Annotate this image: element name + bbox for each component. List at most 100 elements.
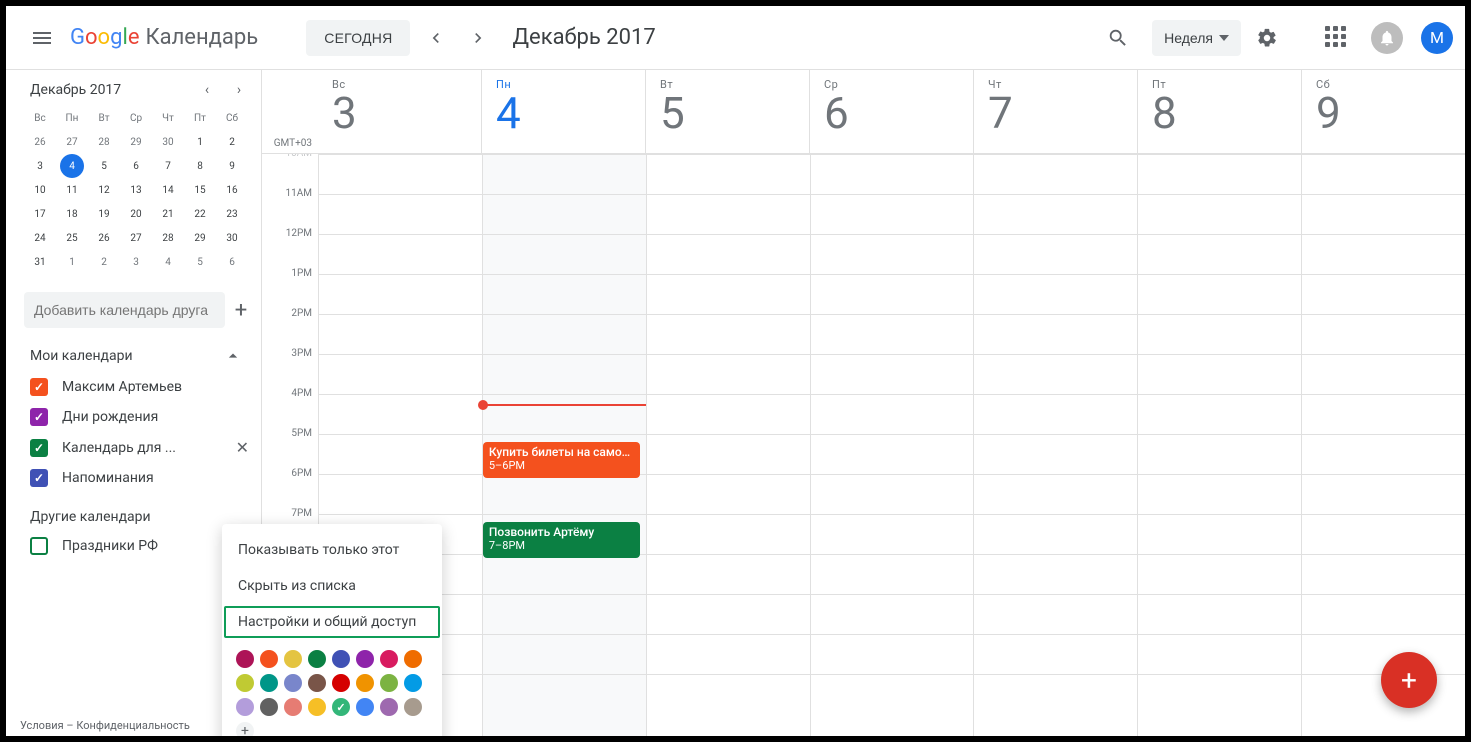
color-swatch[interactable] (380, 650, 398, 668)
account-avatar[interactable]: M (1421, 22, 1453, 54)
add-color-button[interactable]: + (236, 722, 254, 736)
calendar-checkbox[interactable] (30, 408, 48, 426)
mini-next-month-button[interactable]: › (229, 82, 249, 98)
color-swatch[interactable] (308, 674, 326, 692)
mini-day[interactable]: 28 (88, 130, 120, 154)
mini-day[interactable]: 26 (24, 130, 56, 154)
today-button[interactable]: СЕГОДНЯ (306, 20, 410, 56)
mini-day[interactable]: 1 (56, 250, 88, 274)
mini-day[interactable]: 6 (120, 154, 152, 178)
mini-day[interactable]: 3 (120, 250, 152, 274)
my-calendars-toggle[interactable]: Мои календари (6, 336, 261, 372)
main-menu-button[interactable] (18, 14, 66, 62)
day-column[interactable] (1137, 154, 1301, 736)
day-column[interactable] (1301, 154, 1465, 736)
day-column[interactable] (810, 154, 974, 736)
mini-day[interactable]: 20 (120, 202, 152, 226)
settings-button[interactable] (1247, 18, 1287, 58)
color-swatch[interactable] (284, 698, 302, 716)
mini-day[interactable]: 17 (24, 202, 56, 226)
color-swatch[interactable] (260, 650, 278, 668)
mini-day[interactable]: 12 (88, 178, 120, 202)
mini-day[interactable]: 29 (184, 226, 216, 250)
mini-day[interactable]: 4 (56, 154, 88, 178)
calendar-checkbox[interactable] (30, 378, 48, 396)
mini-day[interactable]: 30 (152, 130, 184, 154)
mini-day[interactable]: 22 (184, 202, 216, 226)
color-swatch[interactable] (404, 698, 422, 716)
mini-day[interactable]: 11 (56, 178, 88, 202)
mini-day[interactable]: 31 (24, 250, 56, 274)
calendar-event[interactable]: Позвонить Артёму7–8PM (483, 522, 640, 558)
mini-day[interactable]: 23 (216, 202, 248, 226)
calendar-item[interactable]: Напоминания (6, 463, 261, 493)
calendar-checkbox[interactable] (30, 439, 48, 457)
color-swatch[interactable] (308, 698, 326, 716)
day-column[interactable] (646, 154, 810, 736)
mini-day[interactable]: 5 (88, 154, 120, 178)
mini-day[interactable]: 3 (24, 154, 56, 178)
context-menu-item[interactable]: Настройки и общий доступ (222, 604, 442, 640)
day-header[interactable]: Пт8 (1137, 70, 1301, 153)
mini-day[interactable]: 18 (56, 202, 88, 226)
day-header[interactable]: Ср6 (809, 70, 973, 153)
calendar-event[interactable]: Купить билеты на самолё5–6PM (483, 442, 640, 478)
mini-day[interactable]: 28 (152, 226, 184, 250)
day-header[interactable]: Сб9 (1301, 70, 1465, 153)
color-swatch[interactable] (356, 698, 374, 716)
mini-day[interactable]: 7 (152, 154, 184, 178)
color-swatch[interactable] (236, 698, 254, 716)
day-header[interactable]: Вт5 (645, 70, 809, 153)
add-friend-calendar-input[interactable] (24, 292, 225, 328)
color-swatch[interactable] (356, 674, 374, 692)
view-select-button[interactable]: Неделя (1152, 20, 1241, 56)
mini-day[interactable]: 1 (184, 130, 216, 154)
mini-day[interactable]: 10 (24, 178, 56, 202)
mini-day[interactable]: 5 (184, 250, 216, 274)
mini-day[interactable]: 6 (216, 250, 248, 274)
mini-prev-month-button[interactable]: ‹ (197, 82, 217, 98)
color-swatch[interactable] (260, 674, 278, 692)
mini-day[interactable]: 14 (152, 178, 184, 202)
create-event-fab[interactable]: + (1381, 652, 1437, 708)
mini-day[interactable]: 29 (120, 130, 152, 154)
prev-week-button[interactable] (420, 22, 452, 54)
color-swatch[interactable] (356, 650, 374, 668)
privacy-link[interactable]: Конфиденциальность (76, 719, 190, 732)
day-column[interactable]: Купить билеты на самолё5–6PM Позвонить Ар… (482, 154, 646, 736)
mini-day[interactable]: 19 (88, 202, 120, 226)
mini-day[interactable]: 13 (120, 178, 152, 202)
apps-button[interactable] (1317, 18, 1357, 58)
color-swatch[interactable] (332, 674, 350, 692)
mini-day[interactable]: 2 (88, 250, 120, 274)
color-swatch[interactable] (380, 698, 398, 716)
calendar-item[interactable]: Календарь для ...✕ (6, 432, 261, 463)
color-swatch[interactable] (332, 698, 350, 716)
calendar-item[interactable]: Максим Артемьев (6, 372, 261, 402)
day-header[interactable]: Пн4 (481, 70, 645, 153)
color-swatch[interactable] (380, 674, 398, 692)
color-swatch[interactable] (284, 674, 302, 692)
mini-day[interactable]: 27 (120, 226, 152, 250)
color-swatch[interactable] (308, 650, 326, 668)
next-week-button[interactable] (462, 22, 494, 54)
mini-day[interactable]: 8 (184, 154, 216, 178)
color-swatch[interactable] (236, 674, 254, 692)
color-swatch[interactable] (284, 650, 302, 668)
color-swatch[interactable] (404, 650, 422, 668)
mini-day[interactable]: 2 (216, 130, 248, 154)
context-menu-item[interactable]: Показывать только этот (222, 532, 442, 568)
color-swatch[interactable] (236, 650, 254, 668)
mini-day[interactable]: 4 (152, 250, 184, 274)
mini-day[interactable]: 16 (216, 178, 248, 202)
day-header[interactable]: Вс3 (318, 70, 481, 153)
mini-day[interactable]: 25 (56, 226, 88, 250)
color-swatch[interactable] (260, 698, 278, 716)
calendar-checkbox[interactable] (30, 537, 48, 555)
mini-day[interactable]: 15 (184, 178, 216, 202)
mini-day[interactable]: 21 (152, 202, 184, 226)
mini-day[interactable]: 9 (216, 154, 248, 178)
close-icon[interactable]: ✕ (236, 438, 249, 457)
add-calendar-button[interactable]: + (233, 294, 249, 326)
mini-day[interactable]: 26 (88, 226, 120, 250)
